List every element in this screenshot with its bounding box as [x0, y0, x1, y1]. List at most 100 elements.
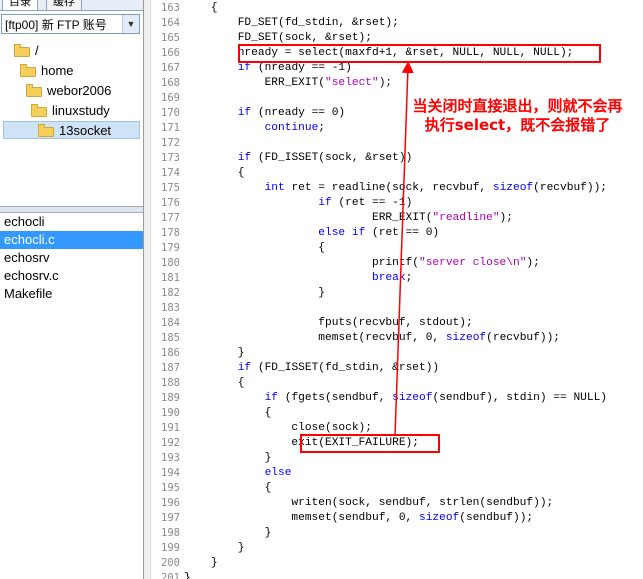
code-line[interactable]: else — [184, 466, 643, 481]
line-number: 192 — [161, 437, 180, 449]
code-line[interactable]: if (nready == -1) — [184, 61, 643, 76]
line-number: 176 — [161, 197, 180, 209]
tab-directory[interactable]: 目录 — [2, 0, 38, 10]
file-item-echosrv-c[interactable]: echosrv.c — [0, 267, 143, 285]
line-number: 201 — [161, 572, 180, 579]
line-number: 169 — [161, 92, 180, 104]
chevron-down-icon[interactable]: ▼ — [122, 15, 139, 33]
code-line[interactable]: if (fgets(sendbuf, sizeof(sendbuf), stdi… — [184, 391, 643, 406]
code-line[interactable]: int ret = readline(sock, recvbuf, sizeof… — [184, 181, 643, 196]
tree-node-linuxstudy[interactable]: linuxstudy — [31, 102, 110, 120]
line-number: 184 — [161, 317, 180, 329]
highlight-box-exit — [300, 434, 440, 453]
folder-icon — [26, 84, 42, 97]
file-list: echocli echocli.c echosrv echosrv.c Make… — [0, 213, 143, 303]
line-number: 185 — [161, 332, 180, 344]
line-number: 183 — [161, 302, 180, 314]
code-line[interactable]: writen(sock, sendbuf, strlen(sendbuf)); — [184, 496, 643, 511]
line-number: 187 — [161, 362, 180, 374]
code-line[interactable]: printf("server close\n"); — [184, 256, 643, 271]
file-item-echosrv[interactable]: echosrv — [0, 249, 143, 267]
code-line[interactable]: FD_SET(fd_stdin, &rset); — [184, 16, 643, 31]
code-line[interactable]: memset(recvbuf, 0, sizeof(recvbuf)); — [184, 331, 643, 346]
tree-node-webor2006[interactable]: webor2006 — [26, 82, 111, 100]
line-number: 164 — [161, 17, 180, 29]
file-item-echocli[interactable]: echocli — [0, 213, 143, 231]
highlight-box-select — [238, 44, 601, 63]
ftp-site-select[interactable]: [ftp00] 新 FTP 账号 ▼ — [1, 14, 140, 34]
code-line[interactable]: } — [184, 556, 643, 571]
panel-tabs: 目录 缓存 — [0, 0, 143, 11]
line-number: 188 — [161, 377, 180, 389]
code-line[interactable]: } — [184, 451, 643, 466]
line-number: 197 — [161, 512, 180, 524]
code-line[interactable]: if (FD_ISSET(sock, &rset)) — [184, 151, 643, 166]
directory-tree: / home webor2006 linuxstudy 13socket — [0, 39, 143, 205]
code-line[interactable]: } — [184, 571, 643, 579]
line-number: 189 — [161, 392, 180, 404]
line-number: 180 — [161, 257, 180, 269]
code-line[interactable]: { — [184, 1, 643, 16]
code-line[interactable]: fputs(recvbuf, stdout); — [184, 316, 643, 331]
line-number: 175 — [161, 182, 180, 194]
code-line[interactable]: { — [184, 406, 643, 421]
code-line[interactable] — [184, 136, 643, 151]
line-number: 182 — [161, 287, 180, 299]
tree-node-label: 13socket — [59, 123, 112, 138]
code-line[interactable]: } — [184, 541, 643, 556]
tree-node-label: home — [41, 63, 74, 78]
line-number: 179 — [161, 242, 180, 254]
line-number: 171 — [161, 122, 180, 134]
code-editor[interactable]: 163 {164 FD_SET(fd_stdin, &rset); 165 FD_… — [144, 0, 643, 579]
tree-node-13socket[interactable]: 13socket — [3, 121, 140, 139]
code-line[interactable]: ERR_EXIT("readline"); — [184, 211, 643, 226]
line-number: 177 — [161, 212, 180, 224]
line-number: 200 — [161, 557, 180, 569]
tree-node-label: webor2006 — [47, 83, 112, 98]
code-line[interactable]: memset(sendbuf, 0, sizeof(sendbuf)); — [184, 511, 643, 526]
file-item-makefile[interactable]: Makefile — [0, 285, 143, 303]
tree-node-home[interactable]: home — [20, 62, 74, 80]
code-line[interactable]: if (FD_ISSET(fd_stdin, &rset)) — [184, 361, 643, 376]
line-number: 181 — [161, 272, 180, 284]
code-line[interactable]: } — [184, 346, 643, 361]
line-number: 167 — [161, 62, 180, 74]
ftp-site-value: [ftp00] 新 FTP 账号 — [5, 18, 107, 32]
line-number: 195 — [161, 482, 180, 494]
folder-icon — [14, 44, 30, 57]
line-number: 168 — [161, 77, 180, 89]
tree-node-root[interactable]: / — [14, 42, 39, 60]
folder-open-icon — [38, 124, 54, 137]
line-number: 170 — [161, 107, 180, 119]
code-line[interactable]: ERR_EXIT("select"); — [184, 76, 643, 91]
line-number: 193 — [161, 452, 180, 464]
tab-cache[interactable]: 缓存 — [46, 0, 82, 10]
panel-splitter[interactable] — [0, 206, 143, 213]
line-number: 191 — [161, 422, 180, 434]
code-line[interactable]: } — [184, 286, 643, 301]
line-number: 172 — [161, 137, 180, 149]
line-number: 198 — [161, 527, 180, 539]
annotation-note: 当关闭时直接退出，则就不会再执行select，既不会报错了 — [412, 97, 623, 134]
line-number: 173 — [161, 152, 180, 164]
code-line[interactable]: break; — [184, 271, 643, 286]
code-line[interactable]: { — [184, 166, 643, 181]
line-number: 165 — [161, 32, 180, 44]
line-number: 186 — [161, 347, 180, 359]
code-line[interactable] — [184, 301, 643, 316]
line-number: 178 — [161, 227, 180, 239]
line-number: 194 — [161, 467, 180, 479]
code-line[interactable]: else if (ret == 0) — [184, 226, 643, 241]
code-line[interactable]: { — [184, 376, 643, 391]
folder-icon — [31, 104, 47, 117]
code-line[interactable]: { — [184, 241, 643, 256]
line-number: 196 — [161, 497, 180, 509]
line-number: 166 — [161, 47, 180, 59]
code-line[interactable]: { — [184, 481, 643, 496]
code-line[interactable]: } — [184, 526, 643, 541]
line-number: 174 — [161, 167, 180, 179]
folder-icon — [20, 64, 36, 77]
code-line[interactable]: if (ret == -1) — [184, 196, 643, 211]
file-browser-panel: 目录 缓存 [ftp00] 新 FTP 账号 ▼ / home webor200… — [0, 0, 144, 579]
file-item-echocli-c[interactable]: echocli.c — [0, 231, 143, 249]
